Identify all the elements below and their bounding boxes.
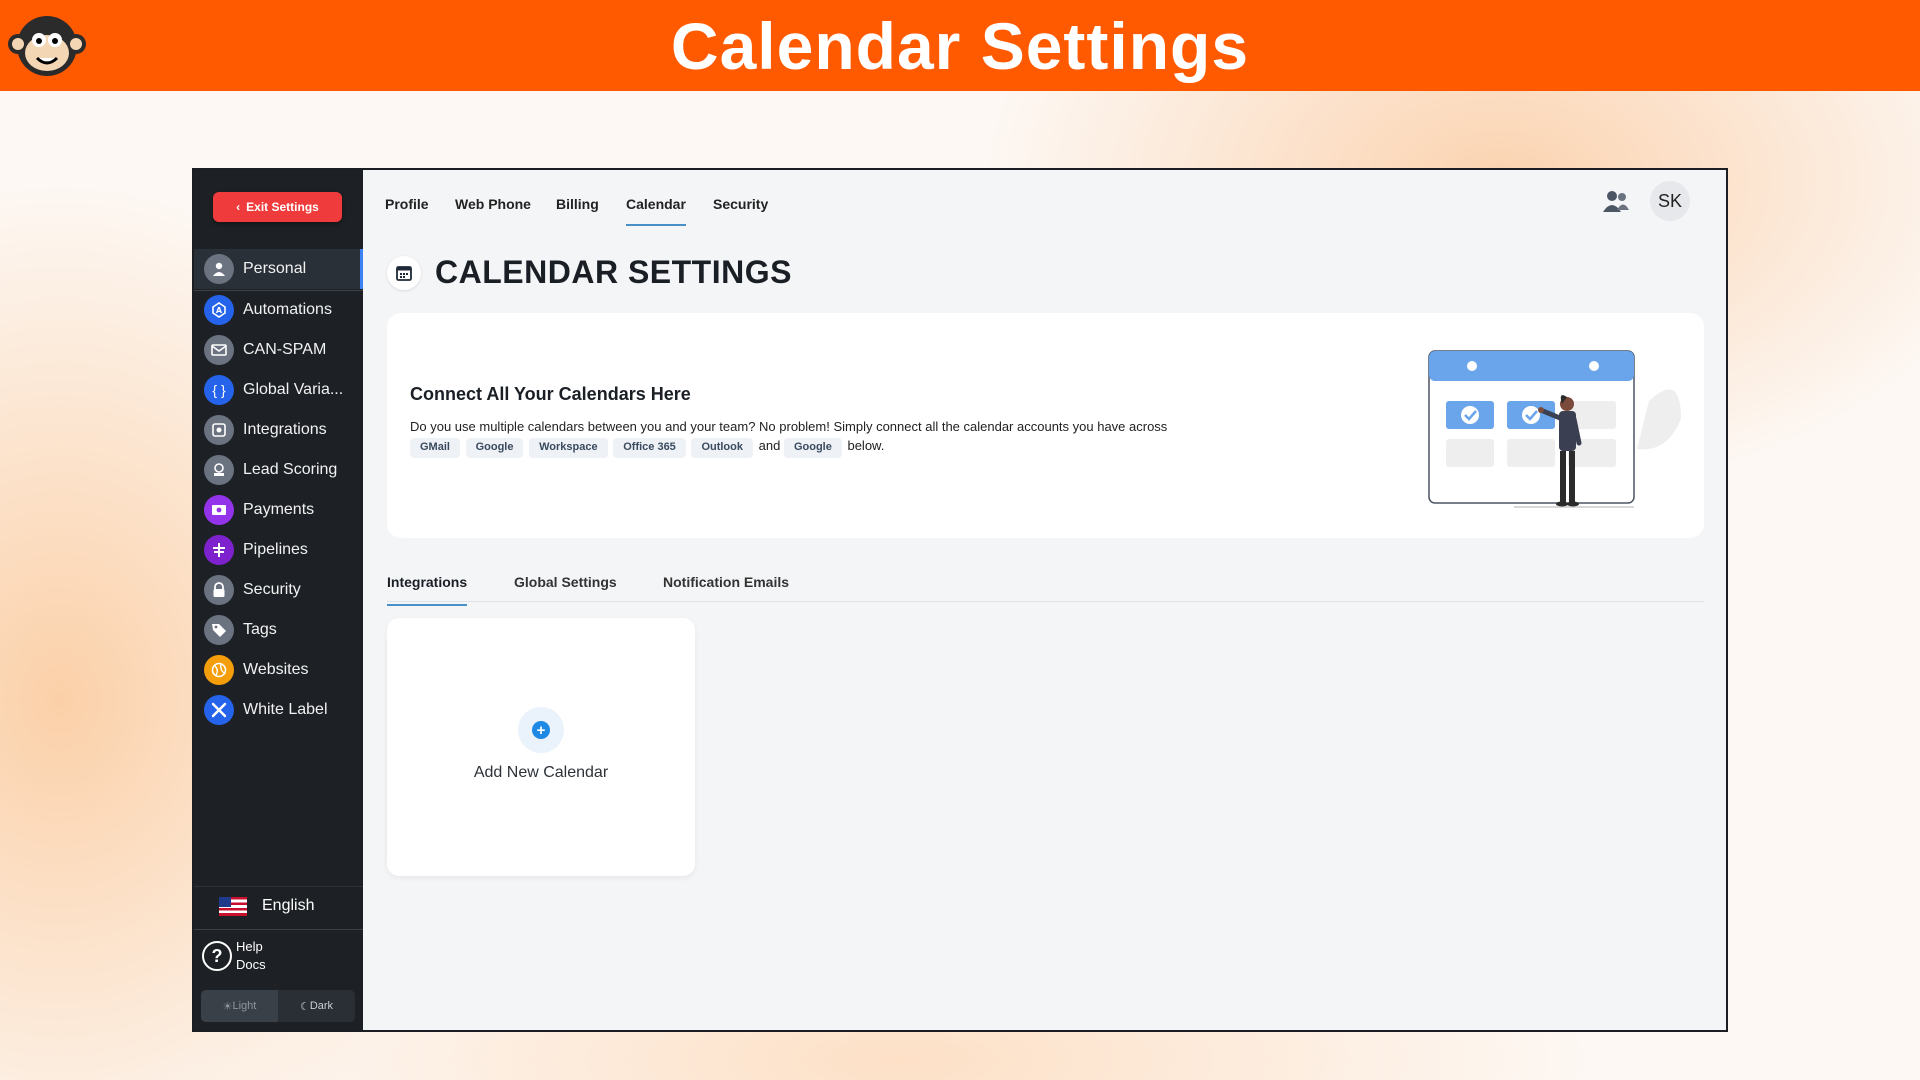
- connect-calendars-card: Connect All Your Calendars Here Do you u…: [387, 313, 1704, 538]
- sidebar-item-label: Personal: [243, 260, 307, 277]
- sidebar-item-lead-scoring[interactable]: Lead Scoring: [194, 450, 363, 490]
- sidebar-item-label: Security: [243, 581, 301, 598]
- moon-icon: ☾: [299, 1000, 310, 1013]
- tab-profile[interactable]: Profile: [385, 196, 429, 224]
- add-calendar-label: Add New Calendar: [473, 764, 609, 781]
- sidebar-item-pipelines[interactable]: Pipelines: [194, 530, 363, 570]
- sidebar-item-automations[interactable]: A Automations: [194, 290, 363, 330]
- sidebar-item-label: Websites: [243, 661, 309, 678]
- question-icon: ?: [202, 941, 232, 972]
- page-title: CALENDAR SETTINGS: [435, 254, 792, 290]
- sidebar-item-label: Integrations: [243, 421, 327, 438]
- provider-chip: Google: [465, 437, 524, 458]
- sidebar-item-label: Pipelines: [243, 541, 308, 558]
- tab-global-settings[interactable]: Global Settings: [514, 574, 617, 604]
- mail-icon: [204, 335, 234, 365]
- person-icon: [204, 254, 234, 284]
- tab-integrations[interactable]: Integrations: [387, 574, 468, 606]
- sidebar-item-payments[interactable]: Payments: [194, 490, 363, 530]
- sun-icon: ☀: [222, 1000, 233, 1013]
- lead-scoring-icon: [204, 455, 234, 485]
- tag-icon: [204, 615, 234, 645]
- sidebar-item-websites[interactable]: Websites: [194, 650, 363, 690]
- page-header: CALENDAR SETTINGS: [387, 254, 792, 291]
- hero-description: Do you use multiple calendars between yo…: [410, 418, 1370, 458]
- automation-icon: A: [204, 295, 234, 325]
- add-new-calendar-card[interactable]: + Add New Calendar: [387, 618, 695, 876]
- chevron-left-icon: ‹: [236, 200, 241, 214]
- us-flag-icon: [219, 896, 247, 916]
- language-selector[interactable]: English: [194, 886, 363, 926]
- sidebar-item-label: CAN-SPAM: [243, 341, 327, 358]
- sidebar-item-label: Tags: [243, 621, 277, 638]
- tab-billing[interactable]: Billing: [556, 196, 599, 224]
- tab-calendar[interactable]: Calendar: [626, 196, 686, 226]
- integrations-icon: [204, 415, 234, 445]
- app-window: ‹ Exit Settings Personal A Automations C…: [192, 168, 1728, 1032]
- theme-toggle: ☀ Light ☾ Dark: [201, 990, 355, 1022]
- calendar-icon: [387, 255, 421, 290]
- calendar-subtabs: Integrations Global Settings Notificatio…: [387, 564, 1704, 606]
- language-label: English: [262, 897, 315, 914]
- sidebar-item-label: Payments: [243, 501, 315, 518]
- sidebar-item-integrations[interactable]: Integrations: [194, 410, 363, 450]
- sidebar-item-label: Automations: [243, 301, 332, 318]
- plus-icon: +: [532, 721, 550, 739]
- sidebar-item-label: Lead Scoring: [243, 461, 338, 478]
- hero-text: Do you use multiple calendars between yo…: [410, 419, 1168, 434]
- add-calendar-button[interactable]: +: [518, 707, 564, 753]
- tools-icon: [204, 695, 234, 725]
- braces-icon: { }: [204, 375, 234, 405]
- settings-sidebar: ‹ Exit Settings Personal A Automations C…: [194, 170, 363, 1030]
- avatar[interactable]: SK: [1650, 181, 1690, 221]
- help-docs-link[interactable]: ? Help Docs: [202, 938, 266, 974]
- sidebar-item-tags[interactable]: Tags: [194, 610, 363, 650]
- docs-label: Docs: [236, 957, 266, 973]
- and-text: and: [758, 437, 781, 453]
- pipelines-icon: [204, 535, 234, 565]
- help-docs-label: Help Docs: [236, 938, 266, 974]
- sidebar-item-global-variables[interactable]: { } Global Varia...: [194, 370, 363, 410]
- provider-chip: Google: [783, 437, 842, 458]
- svg-text:A: A: [216, 306, 223, 315]
- provider-chip: Outlook: [691, 437, 753, 458]
- banner-title: Calendar Settings: [670, 8, 1250, 83]
- sidebar-item-security[interactable]: Security: [194, 570, 363, 610]
- tab-web-phone[interactable]: Web Phone: [455, 196, 531, 224]
- lock-icon: [204, 575, 234, 605]
- sidebar-divider: [194, 929, 363, 930]
- theme-dark-button[interactable]: ☾ Dark: [278, 990, 355, 1022]
- sidebar-item-label: White Label: [243, 701, 328, 718]
- sidebar-item-white-label[interactable]: White Label: [194, 690, 363, 730]
- provider-chip: GMail: [410, 437, 460, 458]
- theme-light-button[interactable]: ☀ Light: [201, 990, 278, 1022]
- help-label: Help: [236, 939, 263, 954]
- payments-icon: [204, 495, 234, 525]
- tab-security[interactable]: Security: [713, 196, 768, 224]
- promo-banner: Calendar Settings: [0, 0, 1920, 91]
- monkey-logo-icon: [8, 16, 86, 76]
- theme-light-label: Light: [232, 1000, 257, 1012]
- tail-text: below.: [847, 437, 885, 453]
- hero-title: Connect All Your Calendars Here: [410, 384, 691, 404]
- top-nav: Profile Web Phone Billing Calendar Secur…: [363, 170, 1726, 228]
- tab-notification-emails[interactable]: Notification Emails: [663, 574, 789, 604]
- sidebar-item-personal[interactable]: Personal: [194, 249, 363, 289]
- sidebar-item-label: Global Varia...: [243, 381, 344, 398]
- team-icon[interactable]: [1602, 188, 1630, 214]
- exit-settings-label: Exit Settings: [246, 200, 319, 214]
- provider-chip: Workspace: [529, 437, 608, 458]
- theme-dark-label: Dark: [309, 1000, 334, 1012]
- settings-main: Profile Web Phone Billing Calendar Secur…: [363, 170, 1726, 1030]
- exit-settings-button[interactable]: ‹ Exit Settings: [213, 192, 342, 222]
- calendar-illustration-icon: [1428, 350, 1681, 508]
- provider-chip: Office 365: [613, 437, 686, 458]
- globe-icon: [204, 655, 234, 685]
- sidebar-item-can-spam[interactable]: CAN-SPAM: [194, 330, 363, 370]
